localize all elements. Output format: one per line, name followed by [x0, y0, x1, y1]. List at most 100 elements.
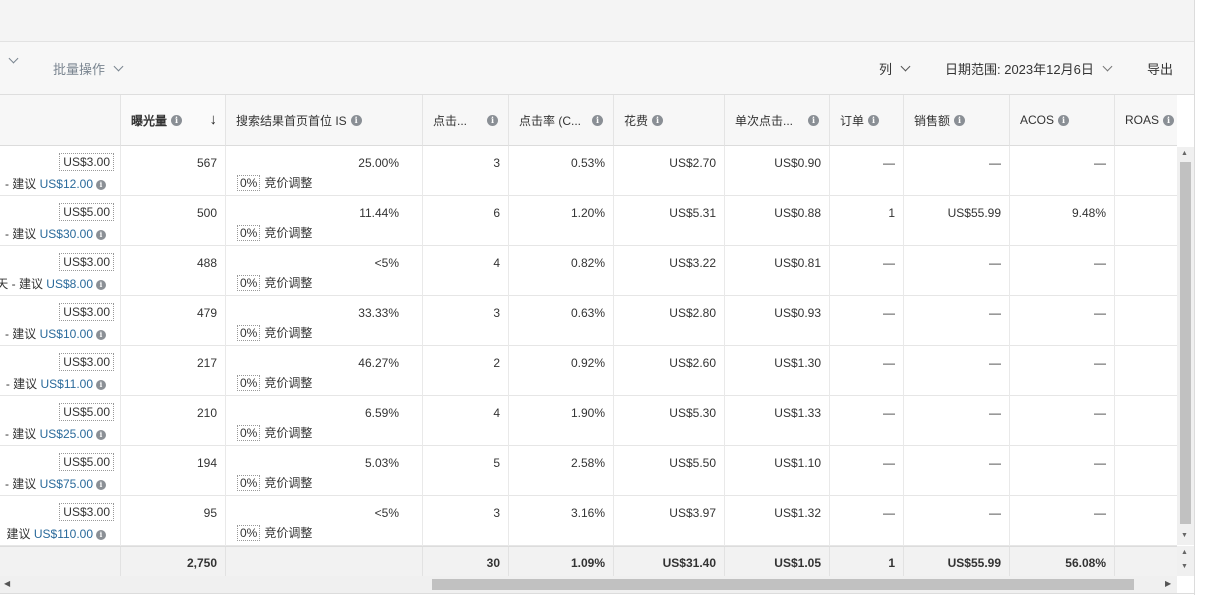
chevron-down-icon [1102, 61, 1113, 72]
bid-input[interactable]: US$5.00 [59, 203, 114, 221]
scroll-right-arrow-icon[interactable]: ▶ [1165, 579, 1171, 588]
top-of-search-is-cell: 5.03% 0% 竞价调整 [226, 446, 423, 496]
info-icon[interactable]: i [171, 114, 183, 126]
header-roas[interactable]: ROAS i [1115, 95, 1177, 146]
scroll-up-arrow-icon[interactable]: ▲ [1181, 150, 1188, 157]
info-icon[interactable]: i [808, 114, 819, 126]
scroll-up-arrow-icon[interactable]: ▲ [1181, 549, 1188, 556]
bid-adjustment-input[interactable]: 0% [237, 275, 261, 291]
suggested-bid-amount[interactable]: US$25.00 [40, 427, 93, 441]
header-spend[interactable]: 花费 i [614, 95, 725, 146]
suggested-bid: - 建议 US$75.00 i [5, 475, 106, 492]
spend-value: US$5.50 [669, 456, 716, 470]
info-icon[interactable]: i [487, 114, 498, 126]
bid-adjustment-input[interactable]: 0% [237, 175, 261, 191]
bid-adjustment-input[interactable]: 0% [237, 525, 261, 541]
header-sales[interactable]: 销售额 i [904, 95, 1010, 146]
info-icon[interactable]: i [96, 329, 106, 340]
ctr-cell: 1.90% [509, 396, 614, 446]
bid-adjustment-input[interactable]: 0% [237, 475, 261, 491]
header-impressions[interactable]: 曝光量 i ↓ [121, 95, 226, 146]
vertical-scroll-thumb[interactable] [1180, 162, 1191, 524]
horizontal-scroll-thumb[interactable] [432, 579, 1134, 590]
bid-input[interactable]: US$3.00 [59, 503, 114, 521]
header-orders[interactable]: 订单 i [830, 95, 904, 146]
bid-input[interactable]: US$3.00 [59, 153, 114, 171]
ctr-cell: 0.53% [509, 146, 614, 196]
totals-vertical-scrollbar[interactable]: ▲ ▼ [1177, 546, 1194, 576]
bulk-actions-dropdown[interactable]: 批量操作 [53, 59, 124, 78]
suggested-bid-amount[interactable]: US$30.00 [40, 227, 93, 241]
ctr-value: 1.90% [570, 406, 605, 420]
header-clicks[interactable]: 点击... i [423, 95, 509, 146]
columns-dropdown[interactable]: 列 [879, 59, 911, 78]
bid-cell: US$3.00 建议 US$110.00 i [0, 496, 121, 546]
bulk-actions-label: 批量操作 [53, 62, 106, 77]
info-icon[interactable]: i [96, 179, 106, 190]
bid-input[interactable]: US$3.00 [59, 253, 114, 271]
ctr-value: 0.92% [570, 356, 605, 370]
total-impressions: 2,750 [186, 556, 217, 570]
suggested-bid-amount[interactable]: US$75.00 [40, 477, 93, 491]
bid-adjustment-input[interactable]: 0% [237, 225, 261, 241]
scroll-left-arrow-icon[interactable]: ◀ [4, 579, 10, 588]
bid-adjustment-input[interactable]: 0% [237, 375, 261, 391]
acos-value: 9.48% [1071, 206, 1106, 220]
vertical-scrollbar[interactable]: ▲ ▼ [1177, 147, 1194, 545]
info-icon[interactable]: i [96, 529, 106, 540]
suggested-bid-amount[interactable]: US$12.00 [40, 177, 93, 191]
info-icon[interactable]: i [96, 379, 106, 390]
cpc-cell: US$0.90 [725, 146, 830, 196]
info-icon[interactable]: i [96, 279, 106, 290]
info-icon[interactable]: i [652, 114, 664, 126]
info-icon[interactable]: i [954, 114, 966, 126]
bid-input[interactable]: US$3.00 [59, 353, 114, 371]
bid-input[interactable]: US$5.00 [59, 403, 114, 421]
cpc-value: US$1.33 [774, 406, 821, 420]
ctr-value: 1.20% [570, 206, 605, 220]
acos-cell: — [1010, 446, 1115, 496]
bid-adjustment-input[interactable]: 0% [237, 325, 261, 341]
roas-cell [1115, 446, 1177, 496]
table-toolbar: 批量操作 列 日期范围: 2023年12月6日 导出 [0, 42, 1194, 95]
info-icon[interactable]: i [868, 114, 880, 126]
info-icon[interactable]: i [592, 114, 603, 126]
table-row: US$5.00 - 建议 US$30.00 i 500 11.44% 0% 竞价调整 6 1.2… [0, 196, 1177, 246]
collapsed-dropdown[interactable] [6, 53, 19, 64]
bid-input[interactable]: US$5.00 [59, 453, 114, 471]
header-cpc[interactable]: 单次点击... i [725, 95, 830, 146]
suggested-bid-amount[interactable]: US$10.00 [40, 327, 93, 341]
header-top-of-search-is[interactable]: 搜索结果首页首位 IS i [226, 95, 423, 146]
bid-input[interactable]: US$3.00 [59, 303, 114, 321]
cpc-value: US$1.32 [774, 506, 821, 520]
suggested-bid-amount[interactable]: US$11.00 [41, 377, 93, 391]
bid-adjustment: 0% 竞价调整 [237, 324, 312, 341]
info-icon[interactable]: i [96, 229, 106, 240]
cpc-cell: US$1.10 [725, 446, 830, 496]
bid-adjustment-input[interactable]: 0% [237, 425, 261, 441]
export-button[interactable]: 导出 [1147, 59, 1173, 78]
header-ctr[interactable]: 点击率 (C... i [509, 95, 614, 146]
impressions-value: 194 [196, 456, 217, 470]
top-of-search-is-value: 33.33% [358, 306, 399, 320]
panel-right-border [1194, 0, 1195, 595]
sales-cell: — [904, 496, 1010, 546]
scroll-down-arrow-icon[interactable]: ▼ [1181, 532, 1188, 539]
total-sales-cell: US$55.99 [904, 547, 1010, 576]
ctr-value: 3.16% [570, 506, 605, 520]
sales-cell: — [904, 446, 1010, 496]
info-icon[interactable]: i [96, 479, 106, 490]
info-icon[interactable]: i [96, 429, 106, 440]
suggested-bid-amount[interactable]: US$110.00 [34, 527, 93, 541]
info-icon[interactable]: i [350, 114, 362, 126]
impressions-value: 479 [196, 306, 217, 320]
suggested-bid-amount[interactable]: US$8.00 [46, 277, 93, 291]
header-acos[interactable]: ACOS i [1010, 95, 1115, 146]
info-icon[interactable]: i [1058, 114, 1070, 126]
scroll-down-arrow-icon[interactable]: ▼ [1181, 563, 1188, 570]
info-icon[interactable]: i [1163, 114, 1175, 126]
sales-value: — [989, 356, 1001, 370]
clicks-cell: 3 [423, 296, 509, 346]
horizontal-scrollbar[interactable]: ◀ ▶ [0, 576, 1177, 593]
date-range-dropdown[interactable]: 日期范围: 2023年12月6日 [945, 59, 1113, 78]
